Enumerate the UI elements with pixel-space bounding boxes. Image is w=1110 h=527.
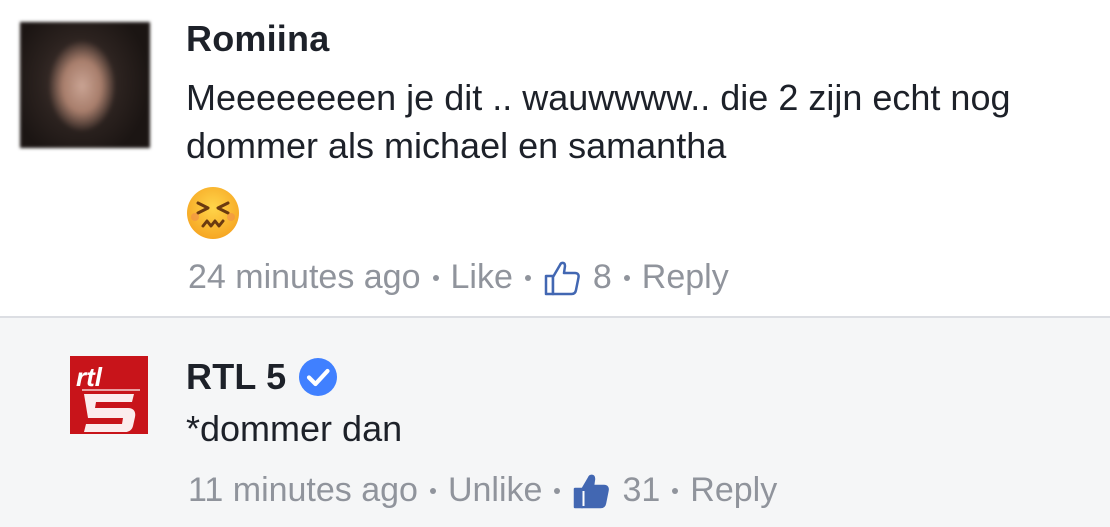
persevering-face-emoji xyxy=(187,187,239,239)
timestamp[interactable]: 24 minutes ago xyxy=(188,258,421,297)
thumbs-up-icon[interactable] xyxy=(572,472,610,510)
comment-meta: 24 minutes ago Like 8 Reply xyxy=(188,258,729,297)
comment-author[interactable]: Romiina xyxy=(186,18,329,60)
reply-button[interactable]: Reply xyxy=(690,471,777,510)
timestamp[interactable]: 11 minutes ago xyxy=(188,471,418,510)
comment-author[interactable]: RTL 5 xyxy=(186,356,338,398)
reply-button[interactable]: Reply xyxy=(642,258,729,297)
separator-dot xyxy=(432,274,439,281)
rtl5-logo-avatar[interactable]: rtl xyxy=(70,356,148,434)
comment-text: Meeeeeeeen je dit .. wauwwww.. die 2 zij… xyxy=(186,77,1011,166)
like-button[interactable]: Like xyxy=(451,258,513,297)
separator-dot xyxy=(672,487,679,494)
unlike-button[interactable]: Unlike xyxy=(448,471,542,510)
comment-text: *dommer dan xyxy=(186,408,403,449)
comment-meta: 11 minutes ago Unlike 31 Reply xyxy=(188,471,777,510)
author-name[interactable]: RTL 5 xyxy=(186,356,286,398)
separator-dot xyxy=(554,487,561,494)
comment-romiina: Romiina Meeeeeeeen je dit .. wauwwww.. d… xyxy=(0,0,1110,316)
verified-badge-icon xyxy=(299,358,338,396)
like-count[interactable]: 31 xyxy=(622,471,660,510)
avatar[interactable] xyxy=(20,22,150,148)
separator-dot xyxy=(429,487,436,494)
comment-thread: Romiina Meeeeeeeen je dit .. wauwwww.. d… xyxy=(0,0,1110,527)
separator-dot xyxy=(524,274,531,281)
thumbs-up-icon[interactable] xyxy=(543,259,581,297)
like-count[interactable]: 8 xyxy=(593,258,612,297)
separator-dot xyxy=(623,274,630,281)
svg-text:rtl: rtl xyxy=(76,362,103,392)
